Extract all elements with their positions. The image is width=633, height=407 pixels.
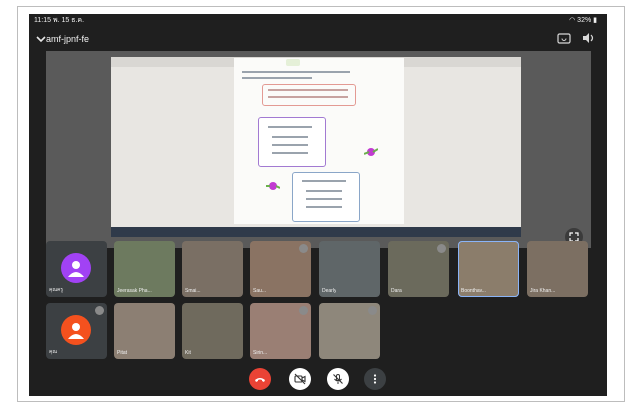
camera-off-icon [294, 373, 306, 385]
end-call-icon [255, 378, 265, 382]
participant-name: Boonthav... [461, 288, 486, 294]
status-battery: ◠ 32% ▮ [569, 17, 597, 24]
battery-icon: ▮ [593, 17, 597, 24]
person-icon [68, 261, 84, 277]
answer-box-1 [258, 117, 326, 167]
participant-tile[interactable]: Pitat [114, 303, 175, 359]
avatar [61, 315, 91, 345]
worksheet-line [306, 198, 342, 200]
camera-switch-icon[interactable] [557, 31, 571, 45]
participant-name: คุณ [49, 349, 57, 355]
participant-tile[interactable]: Dara [388, 241, 449, 297]
mic-off-icon [333, 374, 343, 384]
flower-decoration-icon [266, 182, 280, 190]
participant-tile[interactable]: Smai... [182, 241, 243, 297]
more-options-button[interactable] [364, 368, 386, 390]
avatar [61, 253, 91, 283]
wifi-icon: ◠ [569, 17, 578, 24]
participant-tile[interactable]: Jira Khan... [527, 241, 588, 297]
participant-name: Pitat [117, 350, 128, 356]
participant-tile-active[interactable]: Boonthav... [458, 241, 519, 297]
participant-name: Sau... [253, 288, 267, 294]
participant-tile[interactable]: Sau... [250, 241, 311, 297]
participant-name: Kit [185, 350, 191, 356]
end-call-button[interactable] [249, 368, 271, 390]
participant-tile[interactable] [319, 303, 380, 359]
participant-name: คุณครู [49, 287, 64, 293]
worksheet-heading [286, 59, 300, 66]
camera-toggle-button[interactable] [289, 368, 311, 390]
more-vertical-icon [373, 374, 377, 384]
participant-tile[interactable]: Kit [182, 303, 243, 359]
worksheet-line [306, 190, 342, 192]
worksheet-line [306, 206, 342, 208]
mic-off-icon [299, 244, 308, 253]
worksheet-line [268, 89, 348, 91]
person-icon [68, 323, 84, 339]
participant-name: Dara [391, 288, 402, 294]
worksheet-line [242, 71, 350, 73]
status-bar: 11:15 พ. 15 ธ.ค. ◠ 32% ▮ [29, 14, 607, 28]
status-time: 11:15 พ. 15 ธ.ค. [34, 17, 85, 24]
presentation-taskbar [111, 227, 521, 237]
mic-off-icon [299, 306, 308, 315]
screen-share-area[interactable] [46, 51, 591, 248]
participant-tile[interactable]: Dearly [319, 241, 380, 297]
top-bar-actions [557, 31, 595, 45]
worksheet-line [272, 136, 308, 138]
participant-name: Sirin... [253, 350, 268, 356]
mic-toggle-button[interactable] [327, 368, 349, 390]
participant-name: Smai... [185, 288, 201, 294]
worksheet-line [272, 152, 308, 154]
mic-off-icon [437, 244, 446, 253]
worksheet-line [302, 180, 346, 182]
worksheet-line [242, 77, 312, 79]
participant-tile[interactable]: Jeerasak Pha... [114, 241, 175, 297]
call-controls [29, 368, 607, 390]
participant-tile[interactable]: Sirin... [250, 303, 311, 359]
mic-off-icon [95, 306, 104, 315]
speaker-icon[interactable] [581, 31, 595, 45]
worksheet-line [268, 126, 312, 128]
worksheet-line [272, 144, 308, 146]
flower-decoration-icon [364, 148, 378, 156]
meet-window: 11:15 พ. 15 ธ.ค. ◠ 32% ▮ amf-jpnf-fe คุณ… [29, 14, 607, 396]
participant-name: Jeerasak Pha... [117, 288, 152, 294]
participant-tile[interactable]: คุณ [46, 303, 107, 359]
word-box [262, 84, 356, 106]
participant-tile[interactable]: คุณครู [46, 241, 107, 297]
mic-off-icon [368, 306, 377, 315]
meeting-code[interactable]: amf-jpnf-fe [46, 32, 89, 46]
worksheet-line [268, 96, 348, 98]
participant-name: Jira Khan... [530, 288, 556, 294]
participant-name: Dearly [322, 288, 337, 294]
